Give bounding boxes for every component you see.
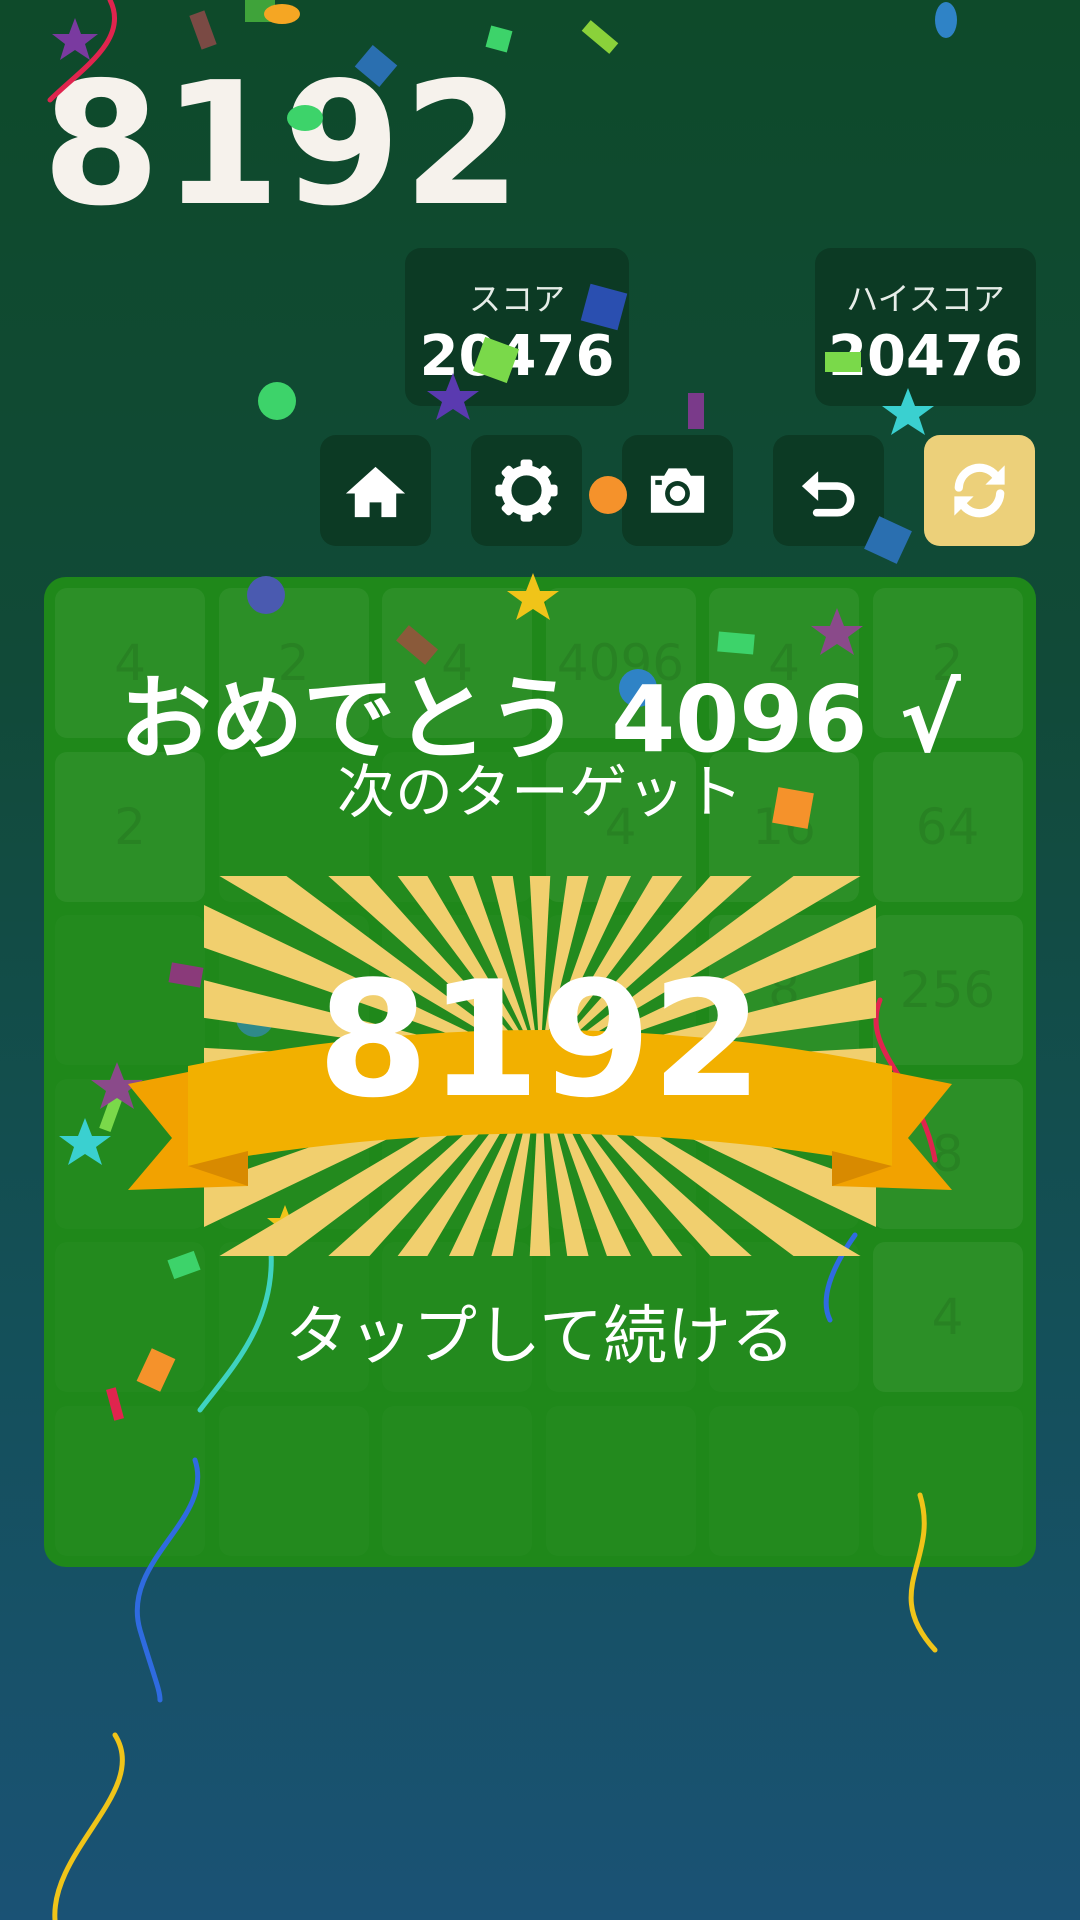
camera-icon: [650, 468, 705, 513]
tile: [219, 1406, 369, 1556]
undo-button[interactable]: [773, 435, 884, 546]
settings-button[interactable]: [471, 435, 582, 546]
screenshot-button[interactable]: [622, 435, 733, 546]
tile: [709, 1406, 859, 1556]
restart-icon: [954, 463, 1005, 518]
gear-icon: [495, 459, 558, 522]
best-score-value: 20476: [828, 324, 1023, 389]
tile: [382, 1406, 532, 1556]
best-score-label: ハイスコア: [846, 280, 1005, 318]
best-score-box: ハイスコア 20476: [815, 248, 1036, 406]
restart-button[interactable]: [924, 435, 1035, 546]
home-button[interactable]: [320, 435, 431, 546]
score-label: スコア: [468, 280, 565, 318]
undo-icon: [801, 471, 855, 517]
tile: [55, 1406, 205, 1556]
tap-to-continue-text[interactable]: タップして続ける: [0, 1285, 1080, 1377]
next-target-label: 次のターゲット: [336, 758, 743, 826]
home-icon: [345, 466, 406, 518]
game-title: 8192: [42, 46, 524, 244]
tile: [873, 1406, 1023, 1556]
tile: [546, 1406, 696, 1556]
next-target-value: 8192: [317, 946, 763, 1133]
score-value: 20476: [419, 324, 615, 389]
score-box: スコア 20476: [405, 248, 629, 406]
